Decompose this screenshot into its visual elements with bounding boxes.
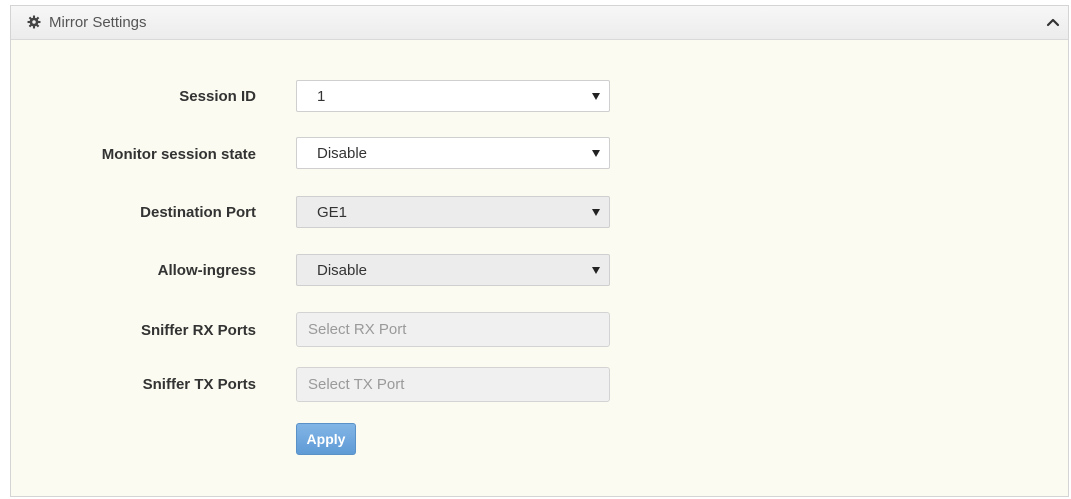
chevron-up-icon[interactable]: [1044, 14, 1062, 32]
session-id-select[interactable]: 1: [296, 80, 610, 112]
allow-ingress-value: Disable: [317, 262, 368, 279]
destination-port-label: Destination Port: [140, 204, 256, 221]
destination-port-select[interactable]: GE1: [296, 196, 610, 228]
gear-icon: [27, 15, 41, 29]
sniffer-tx-ports-label: Sniffer TX Ports: [142, 376, 256, 393]
session-id-value: 1: [317, 88, 326, 105]
destination-port-value: GE1: [317, 204, 348, 221]
monitor-session-state-select[interactable]: Disable: [296, 137, 610, 169]
panel-title: Mirror Settings: [49, 14, 147, 31]
dropdown-arrow-icon: [592, 150, 600, 157]
session-id-label: Session ID: [179, 88, 256, 105]
monitor-session-state-value: Disable: [317, 145, 368, 162]
apply-button[interactable]: Apply: [296, 423, 356, 455]
dropdown-arrow-icon: [592, 209, 600, 216]
dropdown-arrow-icon: [592, 267, 600, 274]
allow-ingress-label: Allow-ingress: [157, 262, 256, 279]
sniffer-rx-ports-input[interactable]: [296, 312, 610, 347]
monitor-session-state-label: Monitor session state: [101, 146, 256, 163]
dropdown-arrow-icon: [592, 93, 600, 100]
sniffer-tx-ports-input[interactable]: [296, 367, 610, 402]
sniffer-rx-ports-label: Sniffer RX Ports: [140, 322, 256, 339]
panel-header: Mirror Settings: [11, 6, 1068, 40]
allow-ingress-select[interactable]: Disable: [296, 254, 610, 286]
mirror-settings-panel: Mirror Settings Session ID 1 Monitor ses…: [10, 5, 1069, 497]
